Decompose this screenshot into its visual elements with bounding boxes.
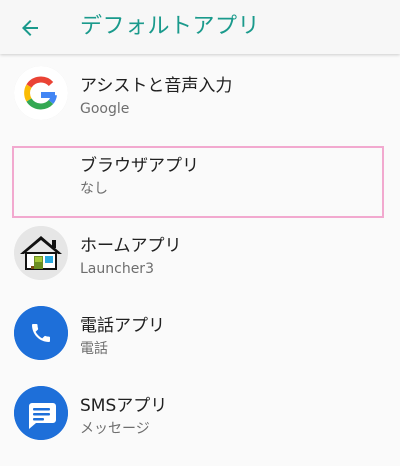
page-title: デフォルトアプリ (80, 14, 261, 39)
item-title: ホームアプリ (80, 236, 182, 256)
back-button[interactable] (12, 10, 48, 46)
item-subtitle: メッセージ (80, 421, 150, 437)
arrow-left-icon (22, 20, 38, 36)
phone-icon (14, 306, 68, 360)
list-item-phone[interactable]: 電話アプリ 電話 (0, 294, 400, 374)
browser-highlight-frame (12, 146, 384, 218)
list-item-assist[interactable]: アシストと音声入力 Google (0, 54, 400, 134)
app-bar: デフォルトアプリ (0, 0, 400, 54)
google-g-icon (14, 66, 68, 120)
item-title: 電話アプリ (80, 316, 165, 336)
list-item-sms[interactable]: SMSアプリ メッセージ (0, 374, 400, 454)
item-title: SMSアプリ (80, 396, 168, 416)
item-title: アシストと音声入力 (80, 76, 233, 96)
item-subtitle: Launcher3 (80, 261, 154, 277)
list-item-home[interactable]: ホームアプリ Launcher3 (0, 214, 400, 294)
home-launcher-icon (14, 226, 68, 280)
message-icon (14, 386, 68, 440)
item-subtitle: Google (80, 101, 130, 117)
item-subtitle: 電話 (80, 341, 108, 357)
